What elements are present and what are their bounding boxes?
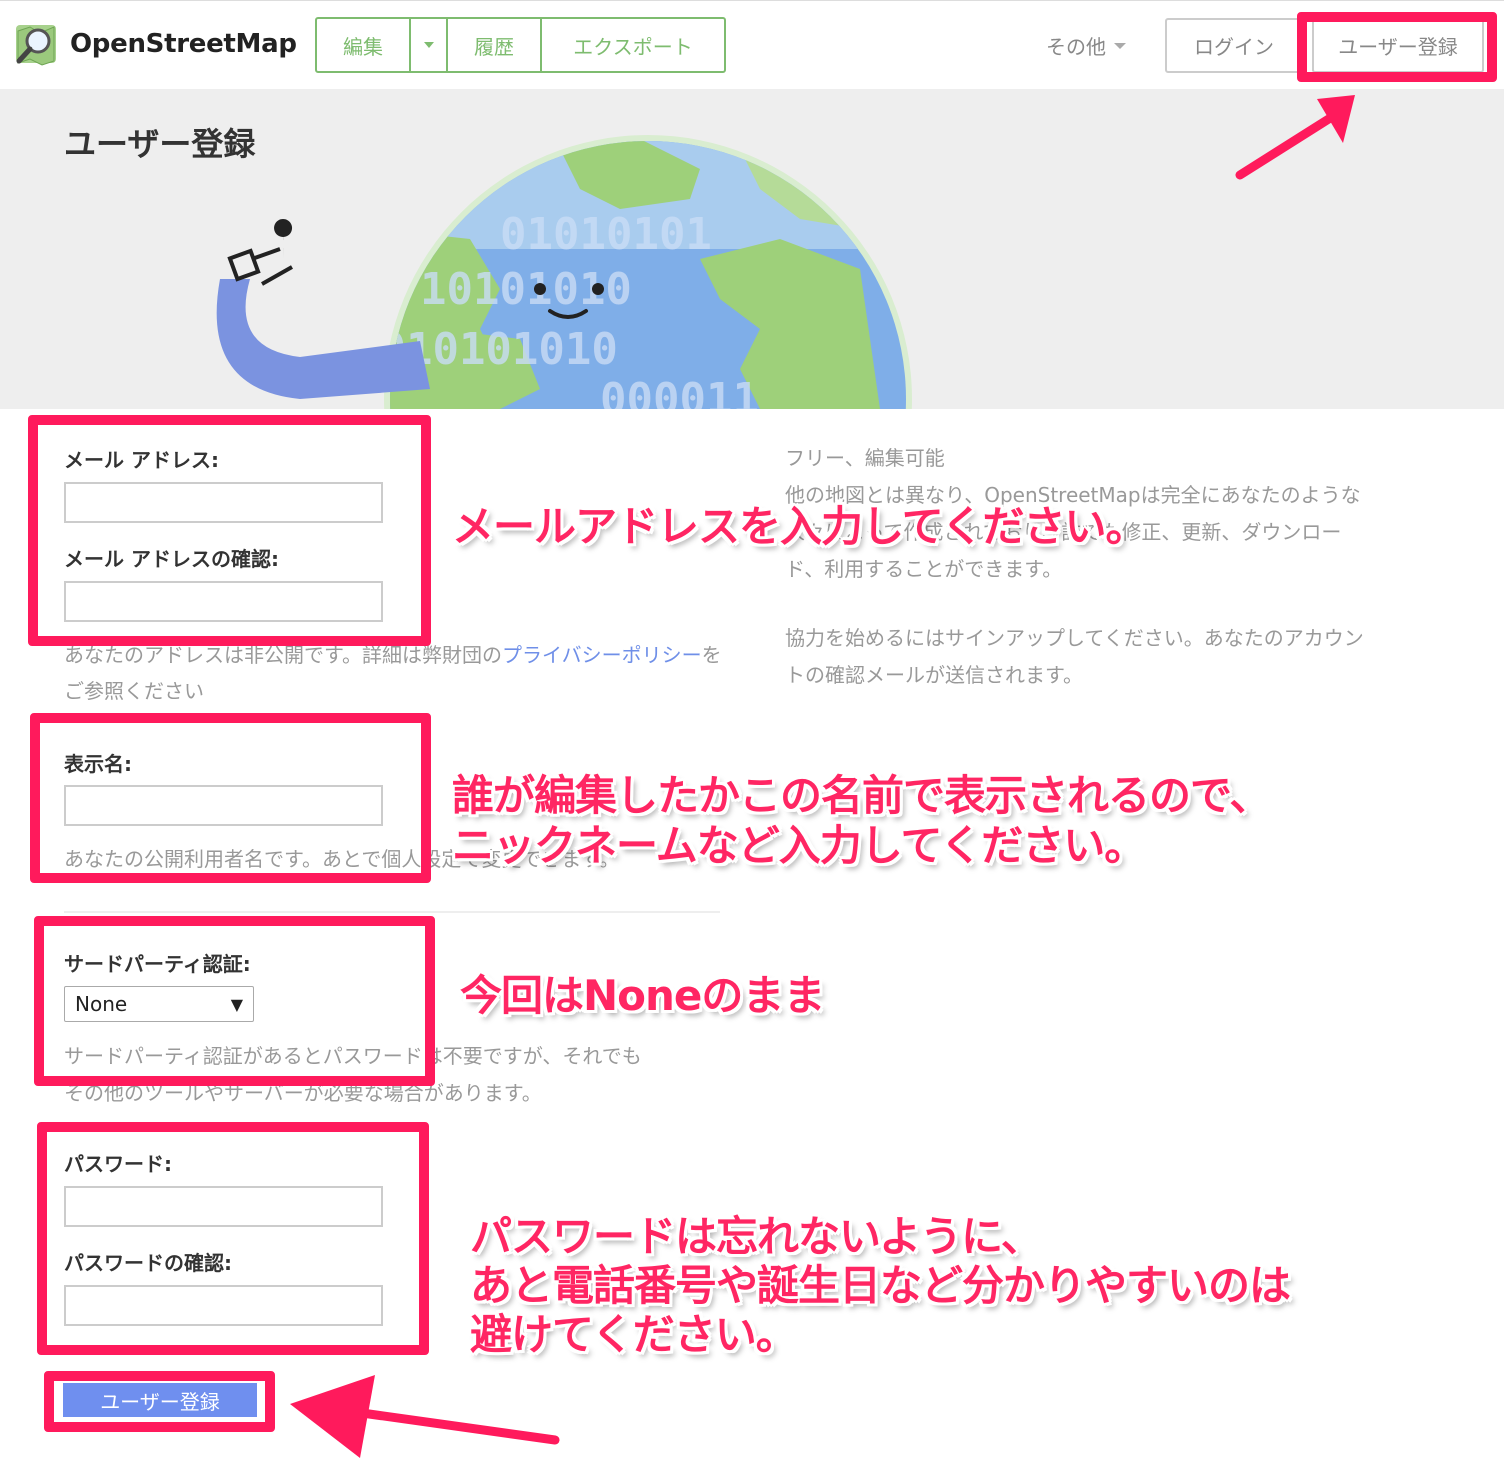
more-menu-label: その他 — [1046, 35, 1106, 59]
caret-down-icon — [1114, 42, 1126, 49]
edit-button[interactable]: 編集 — [317, 19, 411, 71]
osm-logo-icon — [16, 25, 56, 66]
binary-row-4: 000011 — [600, 374, 759, 409]
annotation-name-1: 誰が編集したかこの名前で表示されるので、 — [452, 771, 1271, 820]
sidebar-para2-line2: トの確認メールが送信されます。 — [785, 663, 1083, 687]
more-menu[interactable]: その他 — [1046, 31, 1126, 60]
highlight-box-submit — [44, 1371, 275, 1432]
top-nav-bar: OpenStreetMap 編集 履歴 エクスポート その他 ログイン ユーザー… — [0, 0, 1504, 89]
history-button[interactable]: 履歴 — [448, 19, 542, 71]
annotation-password-3: 避けてください。 — [470, 1310, 798, 1359]
highlight-box-password — [37, 1122, 429, 1355]
email-help-prefix: あなたのアドレスは非公開です。詳細は弊財団の — [64, 643, 502, 667]
highlight-box-display-name — [30, 713, 431, 883]
form-divider — [64, 911, 720, 913]
arrow-icon — [290, 1375, 560, 1458]
caret-down-icon — [423, 42, 434, 48]
email-help-text: あなたのアドレスは非公開です。詳細は弊財団のプライバシーポリシーをご参照ください — [64, 637, 724, 709]
edit-dropdown-button[interactable] — [411, 19, 448, 71]
annotation-name-2: ニックネームなど入力してください。 — [452, 821, 1146, 870]
binary-row-1: 01010101 — [500, 209, 712, 260]
arrow-icon — [1235, 95, 1355, 180]
highlight-box-signup — [1297, 12, 1497, 82]
annotation-auth: 今回はNoneのまま — [460, 971, 825, 1020]
login-button[interactable]: ログイン — [1165, 18, 1303, 73]
privacy-policy-link[interactable]: プライバシーポリシー — [502, 643, 702, 667]
annotation-email: メールアドレスを入力してください。 — [452, 502, 1147, 551]
sidebar-para1-line3: ド、利用することができます。 — [785, 557, 1063, 581]
annotation-password-2: あと電話番号や誕生日など分かりやすいのは — [470, 1261, 1291, 1310]
sidebar-heading: フリー、編集可能 — [785, 446, 945, 470]
highlight-box-auth — [34, 916, 435, 1086]
logo-text: OpenStreetMap — [70, 29, 297, 59]
sidebar-para2-line1: 協力を始めるにはサインアップしてください。あなたのアカウン — [785, 626, 1364, 650]
logo[interactable]: OpenStreetMap — [14, 21, 297, 67]
edit-button-group: 編集 履歴 エクスポート — [315, 17, 726, 73]
export-button[interactable]: エクスポート — [542, 19, 724, 71]
highlight-box-email — [28, 415, 431, 646]
annotation-password-1: パスワードは忘れないように、 — [470, 1212, 1043, 1261]
